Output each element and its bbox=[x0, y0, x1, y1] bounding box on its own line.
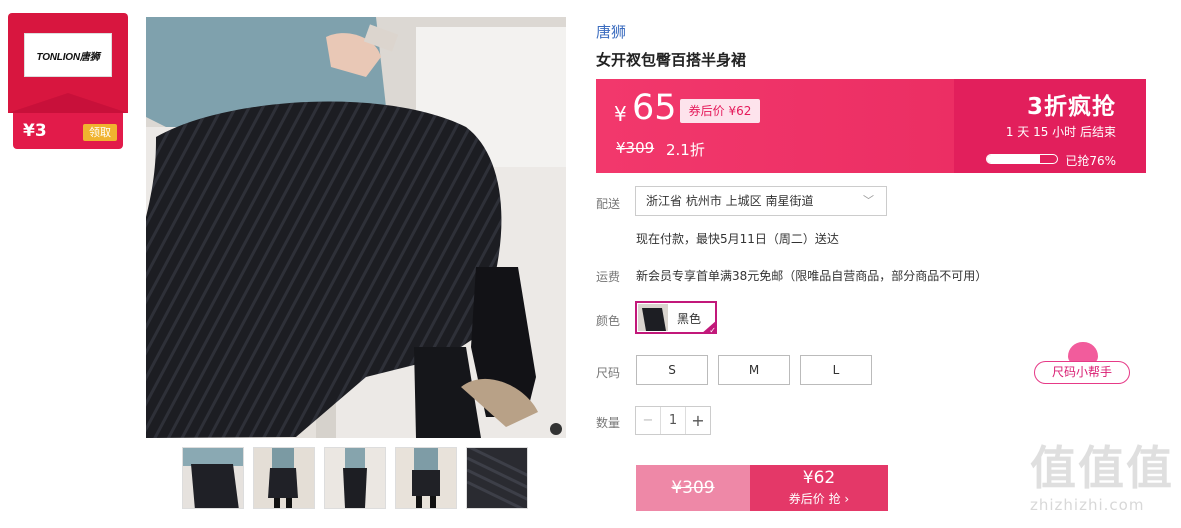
delivery-estimate: 现在付款，最快5月11日（周二）送达 bbox=[636, 232, 839, 246]
size-helper-button[interactable]: 尺码小帮手 bbox=[1034, 340, 1130, 386]
address-selector[interactable]: 浙江省 杭州市 上城区 南星街道 ﹀ bbox=[635, 186, 887, 216]
product-main-image[interactable] bbox=[146, 17, 566, 438]
quantity-input[interactable]: 1 bbox=[661, 407, 685, 434]
thumbnail-2[interactable] bbox=[253, 447, 315, 509]
product-title: 女开衩包臀百搭半身裙 bbox=[596, 51, 747, 69]
freight-label: 运费 bbox=[596, 270, 621, 284]
size-helper-label: 尺码小帮手 bbox=[1034, 361, 1130, 384]
currency-symbol: ¥ bbox=[614, 102, 627, 126]
color-option-label: 黑色 bbox=[677, 312, 702, 326]
quantity-label: 数量 bbox=[596, 416, 621, 430]
price-banner: ¥ 65 券后价 ¥62 ¥309 2.1折 3折疯抢 1 天 15 小时 后结… bbox=[596, 79, 1146, 173]
discount-rate: 2.1折 bbox=[666, 141, 705, 159]
thumbnail-1[interactable] bbox=[182, 447, 244, 509]
brand-logo: TONLION唐狮 bbox=[24, 33, 112, 77]
buy-cta-text: 券后价 抢 › bbox=[788, 492, 850, 506]
claim-coupon-button[interactable]: 领取 bbox=[83, 124, 117, 141]
freight-text: 新会员专享首单满38元免邮（限唯品自营商品，部分商品不可用） bbox=[636, 269, 988, 283]
promo-title: 3折疯抢 bbox=[1026, 94, 1116, 120]
sale-price: 65 bbox=[632, 88, 677, 128]
watermark-logo: 值值值 bbox=[1030, 441, 1174, 495]
buy-coupon-price: ¥62 券后价 抢 › bbox=[750, 465, 888, 511]
quantity-stepper: − 1 + bbox=[635, 406, 711, 435]
color-option-black[interactable]: 黑色 ✓ bbox=[635, 301, 717, 334]
selected-check-icon: ✓ bbox=[701, 320, 717, 334]
sold-progress-bar bbox=[986, 154, 1058, 164]
shop-coupon-card[interactable]: TONLION唐狮 ¥3 领取 bbox=[8, 13, 128, 151]
color-swatch-image bbox=[638, 304, 668, 331]
size-option-m[interactable]: M bbox=[718, 355, 790, 385]
shipping-label: 配送 bbox=[596, 197, 621, 211]
quantity-decrease-button[interactable]: − bbox=[636, 407, 661, 434]
sold-progress-fill bbox=[987, 155, 1041, 163]
sold-percentage: 已抢76% bbox=[1065, 154, 1116, 168]
promo-countdown: 1 天 15 小时 后结束 bbox=[1005, 125, 1116, 139]
thumbnail-5[interactable] bbox=[466, 447, 528, 509]
buy-price: ¥62 bbox=[802, 468, 836, 488]
brand-link[interactable]: 唐狮 bbox=[596, 21, 626, 42]
size-option-s[interactable]: S bbox=[636, 355, 708, 385]
image-toolbar-cropped bbox=[146, 516, 566, 528]
size-label: 尺码 bbox=[596, 366, 621, 380]
thumbnail-3[interactable] bbox=[324, 447, 386, 509]
buy-original-price: ¥309 bbox=[636, 465, 750, 511]
size-option-l[interactable]: L bbox=[800, 355, 872, 385]
color-label: 颜色 bbox=[596, 314, 621, 328]
watermark-url: zhizhizhi.com bbox=[1030, 496, 1145, 514]
after-coupon-price-badge: 券后价 ¥62 bbox=[680, 99, 760, 123]
thumbnail-4[interactable] bbox=[395, 447, 457, 509]
coupon-amount: ¥3 bbox=[23, 121, 47, 141]
thumbnail-strip bbox=[182, 447, 542, 511]
coupon-fold-decoration bbox=[8, 93, 128, 113]
chevron-down-icon: ﹀ bbox=[863, 194, 874, 207]
address-text: 浙江省 杭州市 上城区 南星街道 bbox=[646, 194, 814, 208]
watermark: 值值值 zhizhizhi.com bbox=[1030, 440, 1175, 528]
original-price: ¥309 bbox=[616, 139, 655, 157]
coupon-footer: ¥3 领取 bbox=[13, 113, 123, 149]
buy-now-button[interactable]: ¥309 ¥62 券后价 抢 › bbox=[636, 465, 888, 511]
coupon-header: TONLION唐狮 bbox=[8, 13, 128, 113]
quantity-increase-button[interactable]: + bbox=[685, 407, 710, 434]
